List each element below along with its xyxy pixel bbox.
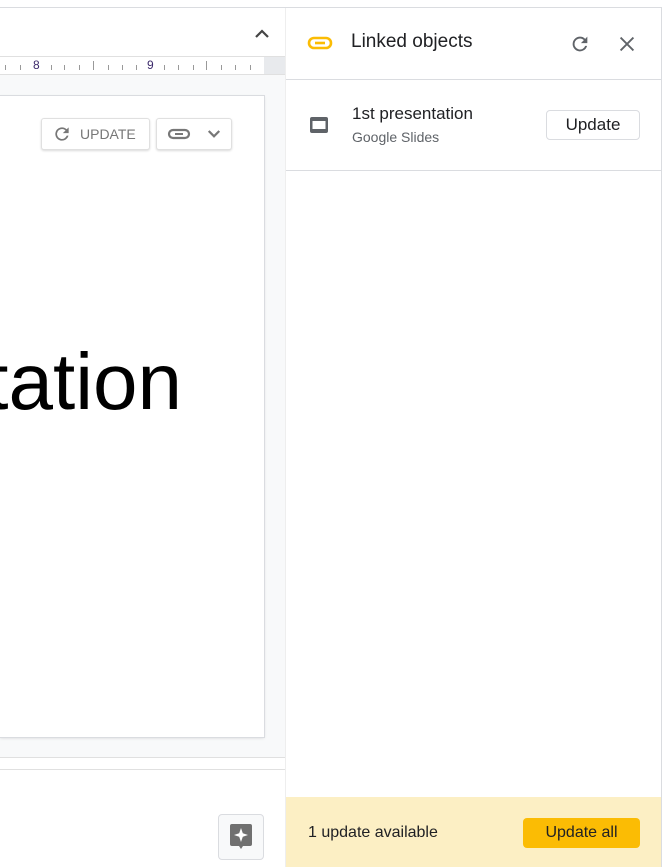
update-all-button[interactable]: Update all — [523, 818, 640, 848]
divider — [0, 757, 285, 758]
ruler-margin — [264, 56, 285, 75]
linked-slide-text: tation — [0, 337, 182, 426]
refresh-icon[interactable] — [569, 33, 591, 55]
link-icon — [167, 128, 191, 140]
link-icon — [307, 36, 333, 50]
link-options-button[interactable] — [156, 118, 232, 150]
embed-update-button[interactable]: UPDATE — [41, 118, 150, 150]
ruler-label: 9 — [147, 58, 154, 72]
ruler-label: 8 — [33, 58, 40, 72]
update-status: 1 update available — [308, 824, 438, 841]
explore-icon — [230, 824, 252, 849]
chevron-down-icon — [207, 130, 221, 138]
update-button[interactable]: Update — [546, 110, 640, 140]
embed-update-label: UPDATE — [80, 126, 136, 142]
refresh-icon — [55, 127, 69, 141]
collapse-menus-button[interactable] — [250, 22, 274, 46]
chevron-up-icon — [255, 29, 269, 38]
divider — [0, 769, 285, 770]
horizontal-ruler[interactable]: 8 9 — [0, 56, 264, 75]
item-title: 1st presentation — [352, 104, 473, 123]
explore-button[interactable] — [218, 814, 264, 860]
panel-header: Linked objects — [286, 8, 661, 80]
panel-footer: 1 update available Update all — [286, 797, 661, 867]
panel-title: Linked objects — [351, 31, 473, 52]
toolbar-area — [0, 8, 285, 56]
item-source: Google Slides — [352, 129, 440, 145]
linked-object-item[interactable]: 1st presentation Google Slides Update — [286, 80, 661, 171]
slides-icon — [310, 117, 328, 133]
close-icon[interactable] — [616, 33, 638, 55]
document-page[interactable]: tation UPDATE — [0, 96, 264, 737]
linked-objects-panel: Linked objects 1st presentation Google S… — [285, 8, 662, 867]
